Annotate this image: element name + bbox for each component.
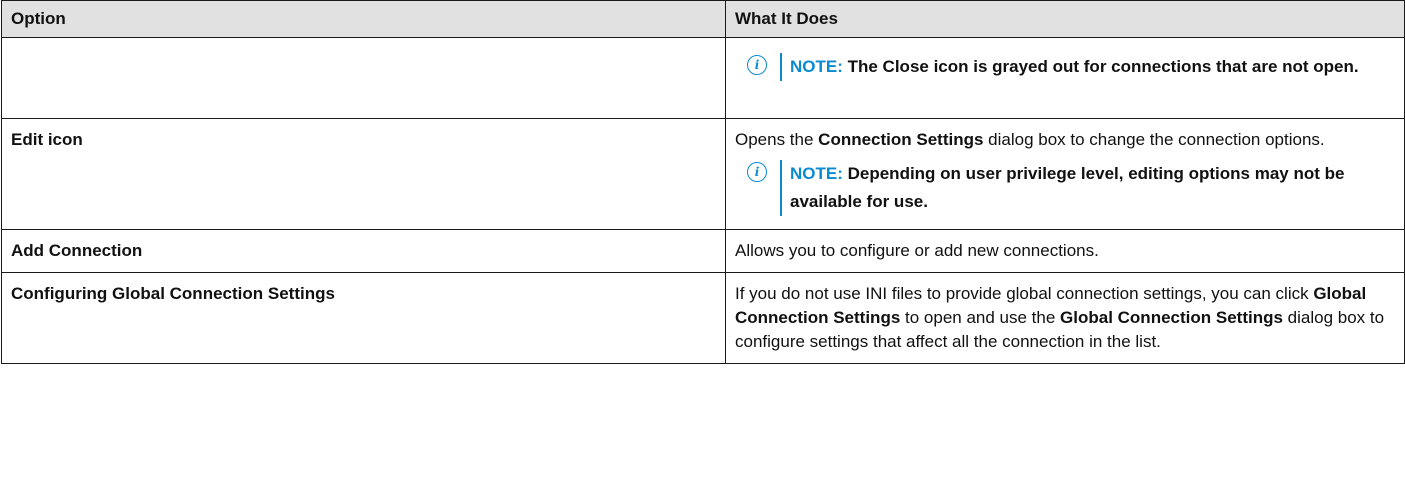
- text-run: If you do not use INI files to provide g…: [735, 284, 1314, 303]
- description-cell: Allows you to configure or add new conne…: [725, 229, 1405, 273]
- header-what-it-does: What It Does: [725, 0, 1405, 38]
- option-cell: Configuring Global Connection Settings: [1, 272, 726, 364]
- header-option: Option: [1, 0, 726, 38]
- text-run: to open and use the: [900, 308, 1061, 327]
- text-run: dialog box to change the connection opti…: [983, 130, 1325, 149]
- description-cell: If you do not use INI files to provide g…: [725, 272, 1405, 364]
- table-row: i NOTE: The Close icon is grayed out for…: [1, 37, 1405, 119]
- note-body-text: Depending on user privilege level, editi…: [790, 164, 1345, 211]
- ui-term: Global Connection Settings: [1060, 308, 1283, 327]
- note-text: NOTE: The Close icon is grayed out for c…: [780, 53, 1359, 81]
- header-row: Option What It Does: [1, 0, 1405, 38]
- note-label: NOTE:: [790, 57, 843, 76]
- note-block: i NOTE: The Close icon is grayed out for…: [747, 53, 1395, 81]
- options-table: Option What It Does i NOTE: The Close ic…: [1, 0, 1405, 364]
- ui-term: Connection Settings: [818, 130, 984, 149]
- option-cell: Edit icon: [1, 118, 726, 230]
- info-circle-icon: i: [747, 55, 767, 75]
- note-label: NOTE:: [790, 164, 843, 183]
- text-run: Opens the: [735, 130, 819, 149]
- note-body-text: The Close icon is grayed out for connect…: [842, 57, 1359, 76]
- option-cell: Add Connection: [1, 229, 726, 273]
- table-row: Edit icon Opens the Connection Settings …: [1, 118, 1405, 230]
- option-cell-empty: [1, 37, 726, 119]
- note-block: i NOTE: Depending on user privilege leve…: [747, 160, 1395, 216]
- info-circle-icon: i: [747, 162, 767, 182]
- table-row: Add Connection Allows you to configure o…: [1, 229, 1405, 273]
- description-text: Opens the Connection Settings dialog box…: [735, 128, 1395, 152]
- table-row: Configuring Global Connection Settings I…: [1, 272, 1405, 364]
- note-text: NOTE: Depending on user privilege level,…: [780, 160, 1395, 216]
- description-cell: i NOTE: The Close icon is grayed out for…: [725, 37, 1405, 119]
- description-cell: Opens the Connection Settings dialog box…: [725, 118, 1405, 230]
